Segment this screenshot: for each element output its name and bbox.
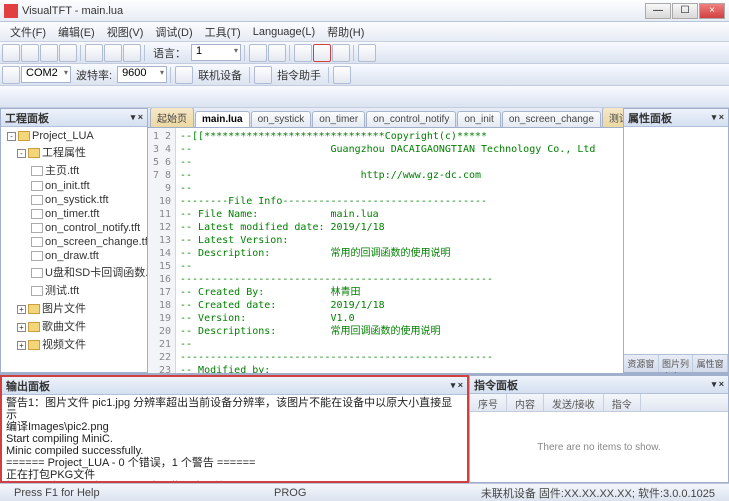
tab-main-lua[interactable]: main.lua <box>195 111 250 127</box>
menu-view[interactable]: 视图(V) <box>101 22 150 42</box>
project-tree[interactable]: -Project_LUA -工程属性 主页.tft on_init.tft on… <box>1 127 147 372</box>
cmdhelper-button[interactable]: 指令助手 <box>273 67 325 83</box>
menu-file[interactable]: 文件(F) <box>4 22 52 42</box>
baud-combo[interactable]: 9600 <box>117 66 167 83</box>
property-panel: 属性面板▾ × 资源窗口 图片列表窗口 属性窗口 <box>623 108 729 373</box>
cmdtab[interactable]: 指令 <box>604 394 641 411</box>
project-panel: 工程面板▾ × -Project_LUA -工程属性 主页.tft on_ini… <box>0 108 148 373</box>
menu-bar: 文件(F) 编辑(E) 视图(V) 调试(D) 工具(T) Language(L… <box>0 22 729 42</box>
code-content[interactable]: --[[******************************Copyri… <box>176 128 623 373</box>
editor-tabs: 起始页 main.lua on_systick on_timer on_cont… <box>148 108 623 128</box>
connect-button[interactable]: 联机设备 <box>194 67 246 83</box>
cmdtab[interactable]: 序号 <box>470 394 507 411</box>
command-panel-header: 指令面板▾ × <box>470 376 728 394</box>
tb-copy-icon[interactable] <box>104 44 122 62</box>
tb-lang-combo[interactable]: 1 <box>191 44 241 61</box>
toolbar-1: 语言： 1 <box>0 42 729 64</box>
output-panel: 输出面板▾ × 警告1：图片文件 pic1.jpg 分辨率超出当前设备分辨率，该… <box>0 375 469 483</box>
tree-root[interactable]: Project_LUA <box>32 130 94 142</box>
tb-link-icon[interactable] <box>175 66 193 84</box>
tb-extra-icon[interactable] <box>358 44 376 62</box>
tb-run-icon[interactable] <box>313 44 331 62</box>
menu-help[interactable]: 帮助(H) <box>321 22 370 42</box>
tree-item[interactable]: U盘和SD卡回调函数.tft <box>45 267 147 279</box>
tree-item[interactable]: 主页.tft <box>45 165 79 177</box>
minimize-button[interactable]: — <box>645 3 671 19</box>
pin-icon[interactable]: ▾ × <box>712 112 724 123</box>
menu-tools[interactable]: 工具(T) <box>199 22 247 42</box>
line-gutter: 1 2 3 4 5 6 7 8 9 10 11 12 13 14 15 16 1… <box>148 128 176 373</box>
menu-edit[interactable]: 编辑(E) <box>52 22 101 42</box>
tree-item[interactable]: 测试.tft <box>45 285 79 297</box>
tab-other[interactable]: on_screen_change <box>502 111 601 127</box>
tab-other[interactable]: 测试 <box>602 108 623 127</box>
property-panel-header: 属性面板▾ × <box>624 109 728 127</box>
status-right: 未联机设备 固件:XX.XX.XX.XX; 软件:3.0.0.1025 <box>473 485 723 501</box>
output-body[interactable]: 警告1：图片文件 pic1.jpg 分辨率超出当前设备分辨率，该图片不能在设备中… <box>2 395 467 481</box>
tab-start[interactable]: 起始页 <box>150 108 194 127</box>
menu-language[interactable]: Language(L) <box>247 24 321 40</box>
tree-group-1[interactable]: 工程属性 <box>42 147 86 159</box>
pin-icon[interactable]: ▾ × <box>712 379 724 390</box>
tb-redo-icon[interactable] <box>268 44 286 62</box>
tab-other[interactable]: on_control_notify <box>366 111 456 127</box>
tree-group-3[interactable]: 歌曲文件 <box>42 321 86 333</box>
status-bar: Press F1 for Help PROG 未联机设备 固件:XX.XX.XX… <box>0 483 729 501</box>
tb-open-icon[interactable] <box>21 44 39 62</box>
tb-misc-icon[interactable] <box>333 66 351 84</box>
close-button[interactable]: × <box>699 3 725 19</box>
pin-icon[interactable]: ▾ × <box>131 112 143 123</box>
cmdtab[interactable]: 内容 <box>507 394 544 411</box>
tab-other[interactable]: on_timer <box>312 111 365 127</box>
tree-item[interactable]: on_systick.tft <box>45 194 109 206</box>
app-icon <box>4 4 18 18</box>
command-panel: 指令面板▾ × 序号 内容 发送/接收 指令 There are no item… <box>469 375 729 483</box>
tree-item[interactable]: on_timer.tft <box>45 208 99 220</box>
baud-label: 波特率: <box>72 67 116 83</box>
main-area: 工程面板▾ × -Project_LUA -工程属性 主页.tft on_ini… <box>0 108 729 373</box>
toolbar-2: COM2 波特率: 9600 联机设备 指令助手 <box>0 64 729 86</box>
tb-undo-icon[interactable] <box>249 44 267 62</box>
cmdtab[interactable]: 发送/接收 <box>544 394 604 411</box>
tb-lang-label: 语言： <box>149 45 190 61</box>
right-bottom-tabs: 资源窗口 图片列表窗口 属性窗口 <box>624 354 728 372</box>
output-panel-header: 输出面板▾ × <box>2 377 467 395</box>
window-title: VisualTFT - main.lua <box>22 5 645 17</box>
tree-group-2[interactable]: 图片文件 <box>42 303 86 315</box>
tree-item[interactable]: on_screen_change.tft <box>45 236 147 248</box>
editor-area: 起始页 main.lua on_systick on_timer on_cont… <box>148 108 623 373</box>
tb-build-icon[interactable] <box>294 44 312 62</box>
tb-stop-icon[interactable] <box>332 44 350 62</box>
title-bar: VisualTFT - main.lua — ☐ × <box>0 0 729 22</box>
menu-debug[interactable]: 调试(D) <box>149 22 198 42</box>
project-panel-header: 工程面板▾ × <box>1 109 147 127</box>
tb-cmd-icon[interactable] <box>254 66 272 84</box>
status-help: Press F1 for Help <box>6 487 108 499</box>
rtab-img[interactable]: 图片列表窗口 <box>659 355 694 372</box>
tb-save-icon[interactable] <box>40 44 58 62</box>
tb-new-icon[interactable] <box>2 44 20 62</box>
rtab-res[interactable]: 资源窗口 <box>624 355 659 372</box>
tree-item[interactable]: on_control_notify.tft <box>45 222 140 234</box>
code-editor[interactable]: 1 2 3 4 5 6 7 8 9 10 11 12 13 14 15 16 1… <box>148 128 623 373</box>
property-body <box>624 127 728 354</box>
tb-cut-icon[interactable] <box>85 44 103 62</box>
tb-saveall-icon[interactable] <box>59 44 77 62</box>
port-combo[interactable]: COM2 <box>21 66 71 83</box>
command-tabs: 序号 内容 发送/接收 指令 <box>470 394 728 412</box>
tab-other[interactable]: on_init <box>457 111 500 127</box>
tab-other[interactable]: on_systick <box>251 111 312 127</box>
maximize-button[interactable]: ☐ <box>672 3 698 19</box>
bottom-panels: 输出面板▾ × 警告1：图片文件 pic1.jpg 分辨率超出当前设备分辨率，该… <box>0 373 729 483</box>
status-prog: PROG <box>266 487 314 499</box>
tb-paste-icon[interactable] <box>123 44 141 62</box>
tree-item[interactable]: on_init.tft <box>45 180 90 192</box>
tree-group-4[interactable]: 视频文件 <box>42 339 86 351</box>
tree-item[interactable]: on_draw.tft <box>45 250 99 262</box>
rtab-prop[interactable]: 属性窗口 <box>693 355 728 372</box>
command-body: There are no items to show. <box>470 412 728 482</box>
pin-icon[interactable]: ▾ × <box>451 380 463 391</box>
tb-connect-icon[interactable] <box>2 66 20 84</box>
toolbar-3 <box>0 86 729 108</box>
